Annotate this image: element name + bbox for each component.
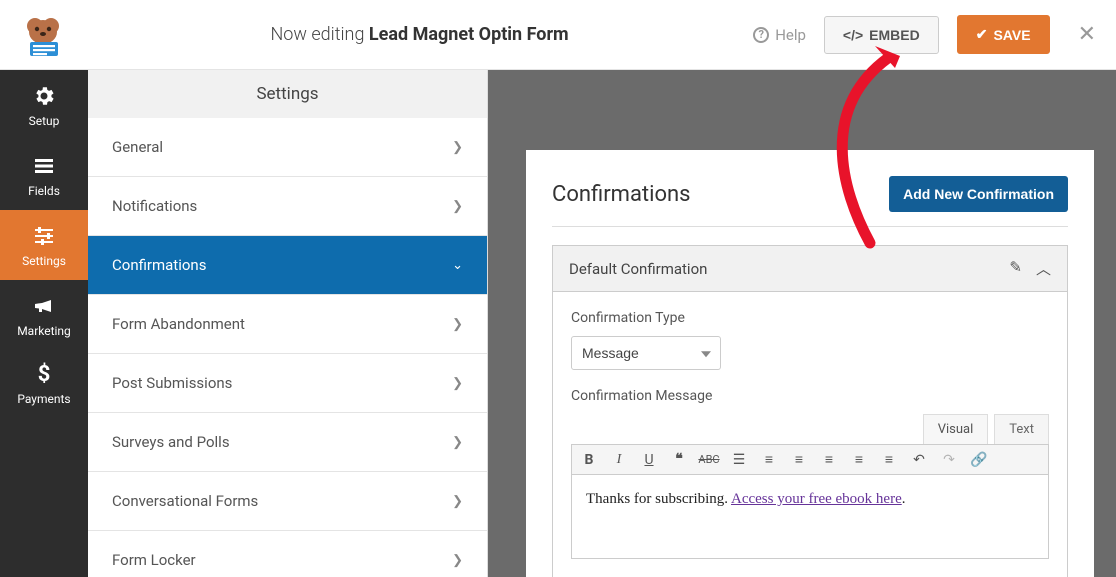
numbered-list-icon[interactable]: ≡ (760, 451, 778, 468)
bullet-list-icon[interactable]: ☰ (730, 452, 748, 468)
chevron-right-icon: ❯ (452, 494, 463, 509)
editing-label: Now editing (271, 24, 365, 45)
help-icon: ? (753, 27, 769, 43)
italic-icon[interactable]: I (610, 452, 628, 468)
nav-payments-label: Payments (17, 392, 70, 406)
editing-title: Now editing Lead Magnet Optin Form (86, 24, 753, 45)
confirmation-message-label: Confirmation Message (571, 388, 1049, 404)
align-left-icon[interactable]: ≡ (790, 451, 808, 468)
settings-item-label: Confirmations (112, 256, 206, 274)
settings-item-form-locker[interactable]: Form Locker ❯ (88, 531, 487, 577)
settings-list: General ❯ Notifications ❯ Confirmations … (88, 118, 487, 577)
chevron-right-icon: ❯ (452, 376, 463, 391)
chevron-right-icon: ❯ (452, 317, 463, 332)
redo-icon[interactable]: ↷ (940, 452, 958, 468)
top-header: Now editing Lead Magnet Optin Form ? Hel… (0, 0, 1116, 70)
nav-settings-label: Settings (22, 254, 66, 268)
left-nav: Setup Fields Settings Marketing $ Paymen… (0, 70, 88, 577)
nav-settings[interactable]: Settings (0, 210, 88, 280)
wpforms-logo (20, 12, 66, 58)
page-heading: Confirmations (552, 182, 691, 207)
code-icon: </> (843, 27, 863, 43)
link-icon[interactable]: 🔗 (970, 452, 988, 468)
nav-payments[interactable]: $ Payments (0, 350, 88, 418)
editor-toolbar: B I U ❝ ABC ☰ ≡ ≡ ≡ ≡ ≡ (571, 444, 1049, 475)
edit-icon[interactable]: ✎ (1009, 258, 1022, 279)
confirmation-header[interactable]: Default Confirmation ✎ ︿ (553, 246, 1067, 292)
settings-item-label: Form Locker (112, 551, 196, 569)
strike-icon[interactable]: ABC (700, 453, 718, 466)
editor-tab-visual[interactable]: Visual (923, 414, 989, 444)
confirmation-title: Default Confirmation (569, 260, 707, 278)
settings-item-general[interactable]: General ❯ (88, 118, 487, 177)
settings-item-surveys-polls[interactable]: Surveys and Polls ❯ (88, 413, 487, 472)
save-button[interactable]: ✔ SAVE (957, 15, 1050, 54)
message-suffix: . (902, 491, 906, 507)
editor-tab-text[interactable]: Text (994, 414, 1049, 444)
sliders-icon (32, 224, 56, 248)
header-actions: ? Help </> EMBED ✔ SAVE ✕ (753, 15, 1096, 54)
message-text: Thanks for subscribing. (586, 491, 731, 507)
nav-fields[interactable]: Fields (0, 140, 88, 210)
settings-item-label: General (112, 138, 163, 156)
align-justify-icon[interactable]: ≡ (880, 451, 898, 468)
chevron-right-icon: ❯ (452, 199, 463, 214)
settings-panel: Settings General ❯ Notifications ❯ Confi… (88, 70, 488, 577)
settings-item-form-abandonment[interactable]: Form Abandonment ❯ (88, 295, 487, 354)
help-label: Help (775, 26, 806, 44)
settings-item-label: Notifications (112, 197, 197, 215)
collapse-icon[interactable]: ︿ (1036, 258, 1051, 279)
blockquote-icon[interactable]: ❝ (670, 451, 688, 468)
dollar-icon: $ (38, 364, 51, 386)
main-content: Confirmations Add New Confirmation Defau… (488, 70, 1116, 577)
gear-icon (32, 84, 56, 108)
close-icon[interactable]: ✕ (1078, 22, 1096, 47)
editor-content[interactable]: Thanks for subscribing. Access your free… (571, 475, 1049, 559)
add-new-confirmation-button[interactable]: Add New Confirmation (889, 176, 1068, 212)
save-label: SAVE (993, 27, 1030, 43)
nav-marketing[interactable]: Marketing (0, 280, 88, 350)
confirmation-type-select[interactable]: Message (571, 336, 721, 370)
settings-item-notifications[interactable]: Notifications ❯ (88, 177, 487, 236)
settings-item-label: Conversational Forms (112, 492, 258, 510)
settings-item-label: Surveys and Polls (112, 433, 230, 451)
settings-item-label: Post Submissions (112, 374, 232, 392)
chevron-down-icon: ⌄ (452, 258, 463, 273)
confirmation-type-label: Confirmation Type (571, 310, 1049, 326)
message-link[interactable]: Access your free ebook here (731, 491, 902, 507)
underline-icon[interactable]: U (640, 452, 658, 468)
undo-icon[interactable]: ↶ (910, 452, 928, 468)
chevron-right-icon: ❯ (452, 553, 463, 568)
chevron-right-icon: ❯ (452, 140, 463, 155)
settings-item-label: Form Abandonment (112, 315, 245, 333)
settings-title: Settings (88, 70, 487, 118)
nav-fields-label: Fields (28, 184, 60, 198)
rich-editor: Visual Text B I U ❝ ABC ☰ ≡ (571, 414, 1049, 559)
settings-item-post-submissions[interactable]: Post Submissions ❯ (88, 354, 487, 413)
form-name: Lead Magnet Optin Form (369, 24, 569, 45)
align-center-icon[interactable]: ≡ (820, 451, 838, 468)
bullhorn-icon (32, 294, 56, 318)
confirmations-card: Confirmations Add New Confirmation Defau… (526, 150, 1094, 577)
nav-setup[interactable]: Setup (0, 70, 88, 140)
settings-item-conversational-forms[interactable]: Conversational Forms ❯ (88, 472, 487, 531)
embed-label: EMBED (869, 27, 920, 43)
chevron-right-icon: ❯ (452, 435, 463, 450)
bold-icon[interactable]: B (580, 452, 598, 468)
embed-button[interactable]: </> EMBED (824, 16, 939, 54)
list-icon (32, 154, 56, 178)
nav-setup-label: Setup (29, 114, 60, 128)
confirmation-box: Default Confirmation ✎ ︿ Confirmation Ty… (552, 245, 1068, 577)
align-right-icon[interactable]: ≡ (850, 451, 868, 468)
check-icon: ✔ (976, 26, 988, 43)
help-link[interactable]: ? Help (753, 26, 806, 44)
settings-item-confirmations[interactable]: Confirmations ⌄ (88, 236, 487, 295)
nav-marketing-label: Marketing (17, 324, 71, 338)
